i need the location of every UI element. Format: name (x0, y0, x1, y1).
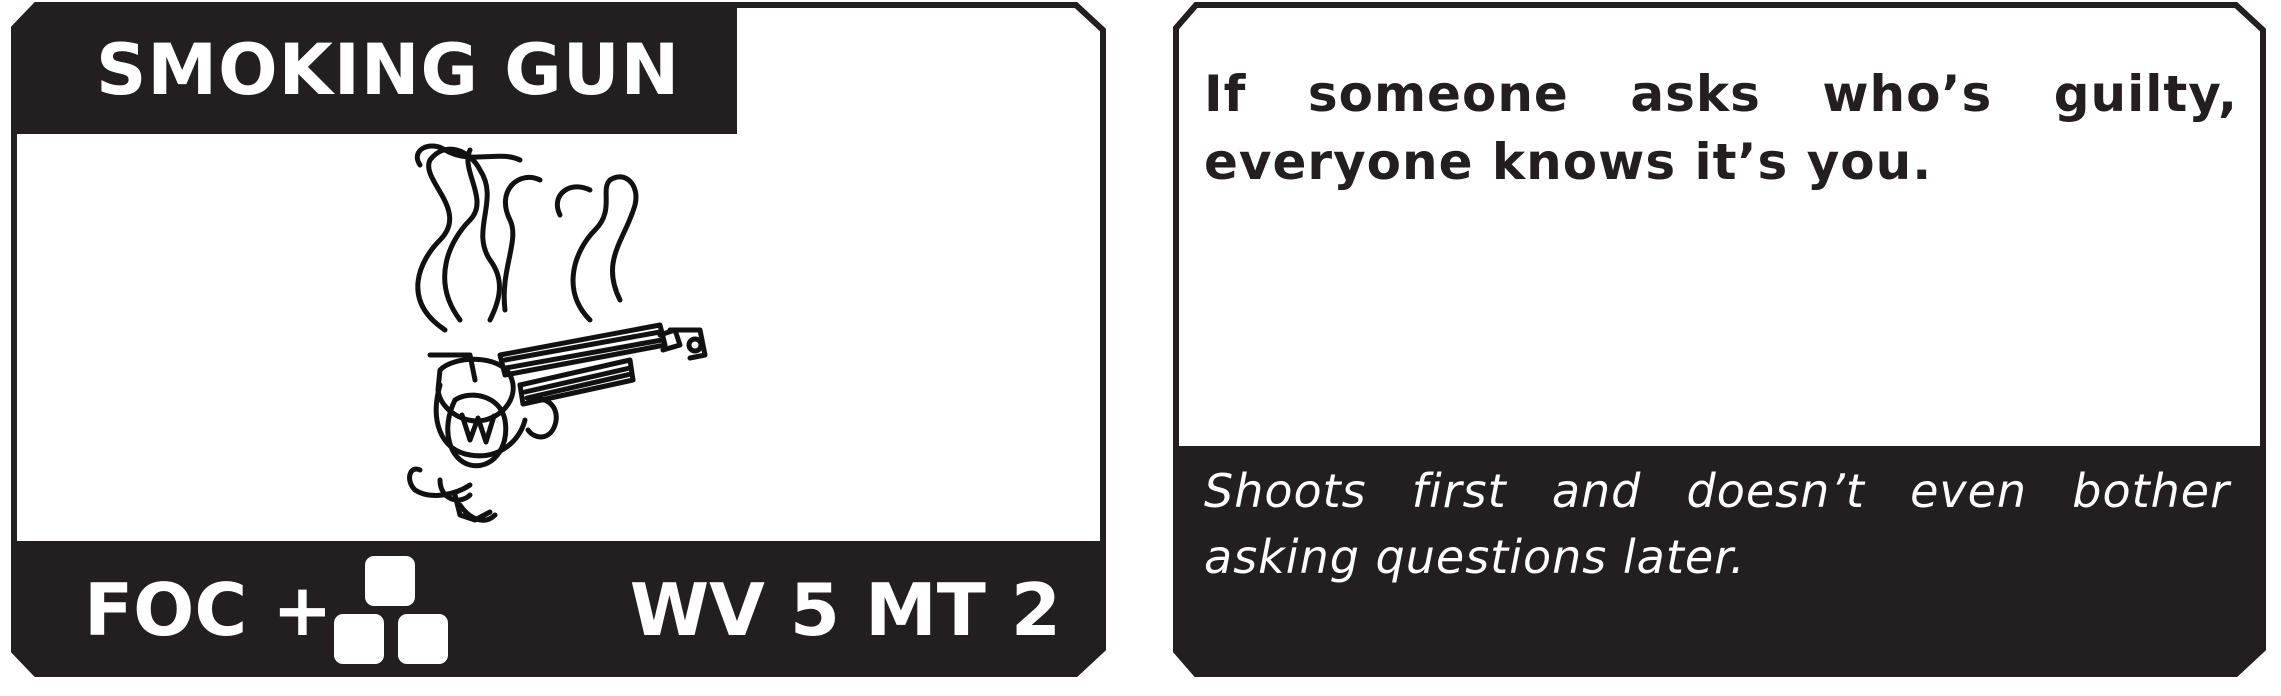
flavor-text: Shoots first and doesn’t even bother ask… (1204, 464, 2230, 584)
focus-stat: FOC + (84, 568, 333, 652)
weapon-stats: WV 5 MT 2 (629, 568, 1061, 652)
card-title: SMOKING GUN (96, 29, 681, 111)
effect-text: If someone asks who’s guilty, everyone k… (1204, 65, 2238, 191)
